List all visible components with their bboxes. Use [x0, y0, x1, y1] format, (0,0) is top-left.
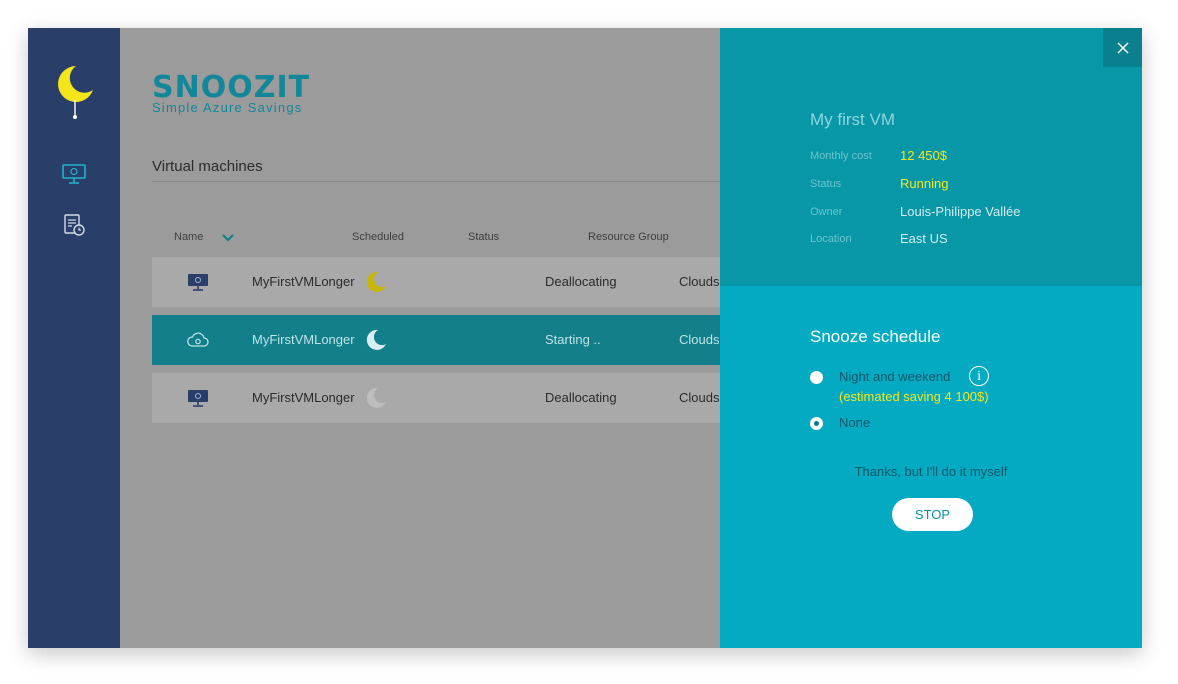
brand-tagline: Simple Azure Savings [152, 100, 303, 115]
app-window: SNOOZIT Simple Azure Savings Virtual mac… [28, 28, 1142, 648]
sidebar [28, 28, 120, 648]
snooze-schedule-section: Snooze schedule Night and weekend i (est… [720, 286, 1142, 648]
radio-night-and-weekend[interactable] [810, 371, 823, 384]
column-header-resource-group[interactable]: Resource Group [588, 231, 669, 243]
moon-unscheduled-icon[interactable] [365, 386, 387, 410]
snooze-schedule-title: Snooze schedule [810, 327, 941, 346]
vm-summary: My first VM Monthly cost 12 450$ Status … [720, 28, 1142, 286]
monitor-icon [186, 271, 210, 293]
moon-scheduled-icon[interactable] [365, 270, 387, 294]
owner-value: Louis-Philippe Vallée [900, 204, 1021, 219]
table-row[interactable]: MyFirstVMLonger Deallocating Clouds [152, 257, 752, 307]
vm-resource-group: Clouds [679, 274, 720, 289]
option-label-none[interactable]: None [839, 415, 870, 430]
stop-button[interactable]: STOP [892, 498, 973, 531]
close-button[interactable] [1103, 28, 1142, 67]
column-header-name[interactable]: Name [174, 231, 203, 243]
status-value: Running [900, 176, 949, 191]
owner-label: Owner [810, 206, 843, 218]
option-label-night-and-weekend[interactable]: Night and weekend [839, 369, 950, 384]
sidebar-item-schedules[interactable] [61, 213, 87, 237]
vm-resource-group: Clouds [679, 390, 720, 405]
cloud-gear-icon [186, 329, 210, 351]
info-icon[interactable]: i [969, 366, 989, 386]
table-row-selected[interactable]: MyFirstVMLonger Starting .. Clouds [152, 315, 752, 365]
page-title: Virtual machines [152, 158, 263, 175]
status-label: Status [810, 178, 842, 190]
vm-title: My first VM [810, 110, 895, 129]
moon-scheduled-icon[interactable] [365, 328, 387, 352]
close-icon [1116, 41, 1129, 54]
vm-status: Starting .. [545, 332, 601, 347]
table-row[interactable]: MyFirstVMLonger Deallocating Clouds [152, 373, 752, 423]
manual-option-text: Thanks, but I'll do it myself [854, 464, 1008, 479]
location-label: Location [810, 233, 852, 245]
chevron-down-icon[interactable] [221, 231, 235, 243]
monitor-icon [186, 387, 210, 409]
estimated-saving: (estimated saving 4 100$) [839, 389, 989, 404]
vm-detail-panel: My first VM Monthly cost 12 450$ Status … [720, 28, 1142, 648]
sidebar-item-virtual-machines[interactable] [61, 162, 87, 186]
vm-resource-group: Clouds [679, 332, 720, 347]
monthly-cost-label: Monthly cost [810, 150, 872, 162]
radio-none[interactable] [810, 417, 823, 430]
location-value: East US [900, 231, 948, 246]
vm-name: MyFirstVMLonger [252, 390, 355, 405]
column-header-status[interactable]: Status [468, 231, 499, 243]
column-header-scheduled[interactable]: Scheduled [352, 231, 404, 243]
schedule-report-icon [64, 214, 85, 236]
snoozit-moon-logo [54, 62, 96, 122]
divider [152, 181, 752, 182]
monthly-cost-value: 12 450$ [900, 148, 947, 163]
vm-status: Deallocating [545, 390, 617, 405]
monitor-icon [62, 164, 86, 184]
vm-name: MyFirstVMLonger [252, 332, 355, 347]
vm-name: MyFirstVMLonger [252, 274, 355, 289]
vm-status: Deallocating [545, 274, 617, 289]
